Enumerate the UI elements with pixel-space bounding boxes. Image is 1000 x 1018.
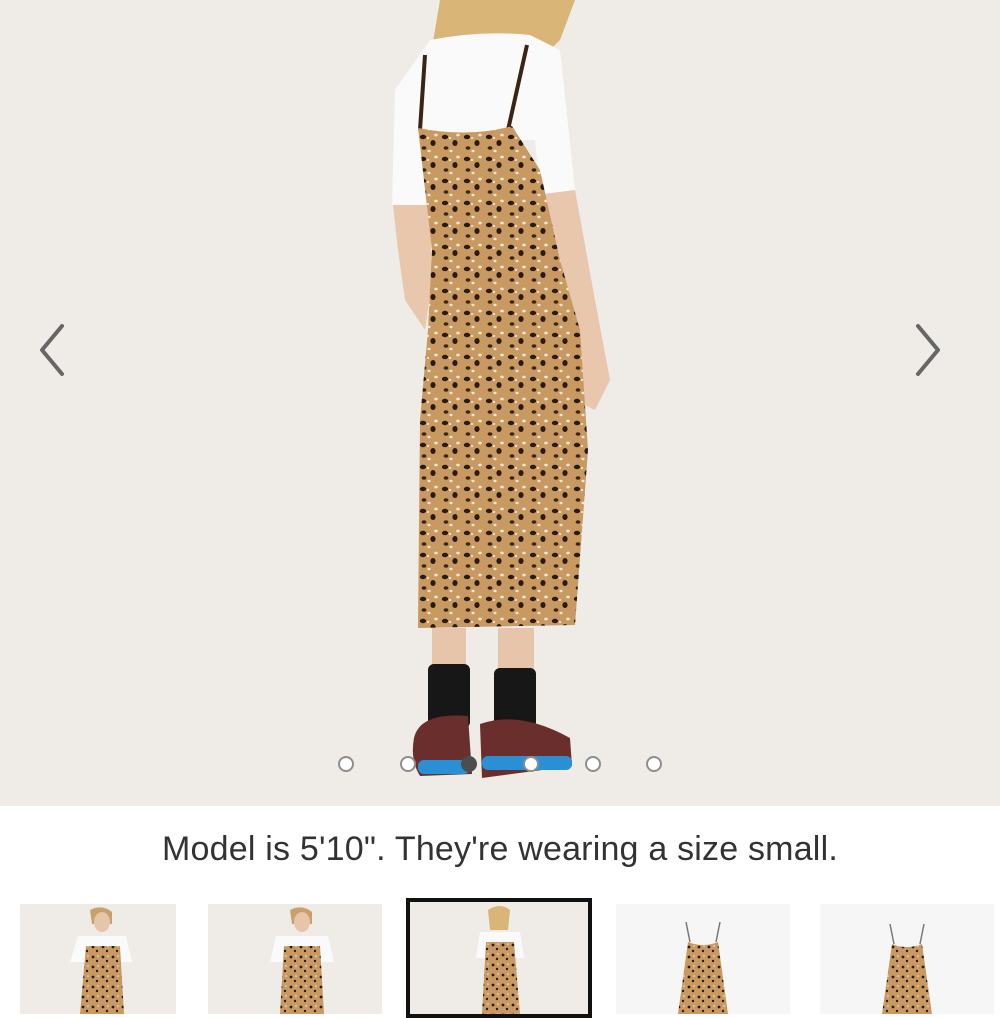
next-image-button[interactable]	[906, 318, 966, 388]
thumbnail-image	[882, 923, 932, 1014]
pagination-dot[interactable]	[338, 756, 354, 772]
pagination-dot[interactable]	[400, 756, 416, 772]
thumbnail-strip	[0, 898, 1000, 1018]
pagination-dot[interactable]	[523, 756, 539, 772]
pagination-dot[interactable]	[585, 756, 601, 772]
thumbnail-image	[270, 907, 334, 1014]
pagination-dot-active[interactable]	[461, 756, 477, 772]
model-size-caption: Model is 5'10". They're wearing a size s…	[162, 830, 838, 868]
thumbnail-model-front[interactable]	[20, 904, 176, 1014]
thumbnail-model-front[interactable]	[208, 904, 382, 1014]
thumbnail-image	[476, 906, 524, 1014]
thumbnail-product-flat[interactable]	[616, 904, 790, 1014]
chevron-left-icon	[40, 324, 64, 376]
product-main-image	[392, 0, 610, 778]
thumbnail-product-flat[interactable]	[820, 904, 994, 1014]
thumbnail-model-back-selected[interactable]	[406, 898, 592, 1018]
previous-image-button[interactable]	[34, 318, 94, 388]
pagination-dot[interactable]	[646, 756, 662, 772]
thumbnail-image	[70, 907, 132, 1014]
thumbnail-image	[678, 921, 728, 1014]
gallery-pagination	[0, 756, 1000, 776]
product-image-gallery[interactable]	[0, 0, 1000, 806]
chevron-right-icon	[916, 324, 940, 376]
